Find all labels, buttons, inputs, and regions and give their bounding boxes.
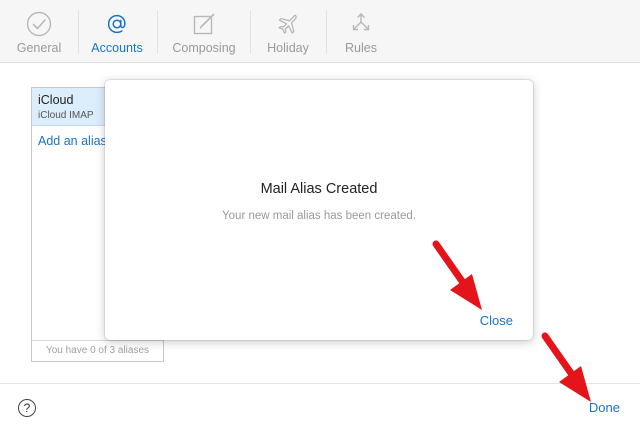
- done-button[interactable]: Done: [589, 400, 620, 415]
- preferences-footer: ? Done: [0, 383, 640, 431]
- tab-divider: [250, 10, 251, 54]
- dialog-title: Mail Alias Created: [260, 181, 378, 197]
- tab-divider: [326, 10, 327, 54]
- rules-arrows-icon: [347, 10, 375, 38]
- check-circle-icon: [25, 10, 53, 38]
- airplane-icon: [274, 10, 302, 38]
- mail-preferences-window: General Accounts Composing Holiday Rules…: [0, 0, 640, 431]
- help-button[interactable]: ?: [18, 399, 36, 417]
- tab-composing[interactable]: Composing: [165, 0, 243, 62]
- tab-rules-label: Rules: [345, 41, 377, 55]
- dialog-message: Your new mail alias has been created.: [222, 210, 416, 222]
- tab-accounts-label: Accounts: [91, 41, 143, 55]
- alias-count-text: You have 0 of 3 aliases: [32, 340, 163, 361]
- tab-holiday-label: Holiday: [267, 41, 309, 55]
- tab-accounts[interactable]: Accounts: [84, 0, 150, 62]
- close-button[interactable]: Close: [480, 313, 513, 328]
- preferences-toolbar: General Accounts Composing Holiday Rules: [0, 0, 640, 63]
- compose-icon: [190, 10, 218, 38]
- tab-composing-label: Composing: [172, 41, 236, 55]
- tab-divider: [78, 10, 79, 54]
- tab-rules[interactable]: Rules: [333, 0, 389, 62]
- account-type: iCloud IMAP: [38, 110, 94, 121]
- tab-general-label: General: [16, 41, 62, 55]
- account-name: iCloud: [38, 93, 74, 107]
- tab-divider: [157, 10, 158, 54]
- tab-holiday[interactable]: Holiday: [258, 0, 318, 62]
- at-sign-icon: [103, 10, 131, 38]
- add-alias-link[interactable]: Add an alias: [38, 134, 107, 148]
- alias-created-dialog: Mail Alias Created Your new mail alias h…: [105, 80, 533, 340]
- tab-general[interactable]: General: [8, 0, 70, 62]
